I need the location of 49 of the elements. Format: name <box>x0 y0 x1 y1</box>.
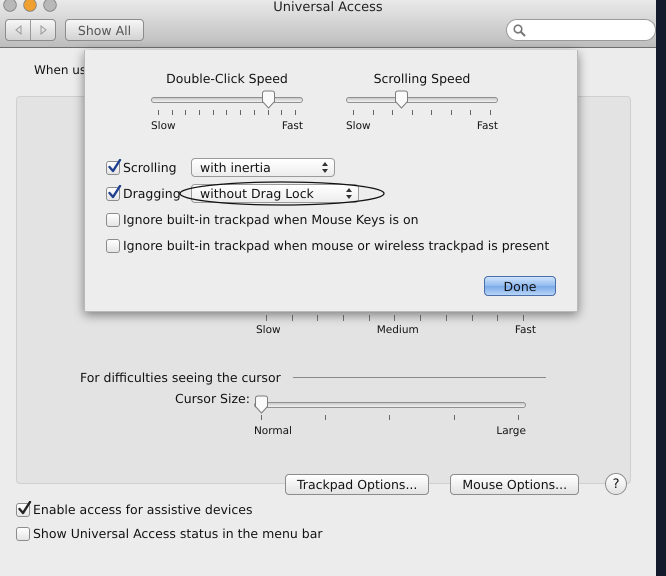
back-forward-control[interactable] <box>5 19 56 41</box>
minimize-button-icon[interactable] <box>23 0 37 12</box>
checkbox[interactable] <box>106 238 120 252</box>
slider[interactable] <box>346 90 498 109</box>
slider-thumb[interactable] <box>254 395 269 414</box>
checkbox[interactable] <box>106 212 120 226</box>
checkbox-label: Dragging <box>123 186 181 201</box>
slider-thumb[interactable] <box>394 90 409 109</box>
popup-menu[interactable]: with inertia <box>191 158 335 177</box>
scale-label: Fast <box>514 324 536 336</box>
back-icon[interactable] <box>14 25 22 35</box>
updown-arrows-icon <box>346 188 352 199</box>
checkbox-label: Scrolling <box>123 160 177 175</box>
checkbox[interactable] <box>106 160 120 174</box>
slider-title: Scrolling Speed <box>372 71 472 86</box>
slider[interactable] <box>151 90 303 109</box>
options-button[interactable]: Mouse Options... <box>450 474 580 494</box>
slider-label: Cursor Size: <box>175 391 250 406</box>
zoom-button-icon[interactable] <box>43 0 57 12</box>
forward-icon[interactable] <box>40 25 46 35</box>
slider-max-label: Fast <box>282 120 303 132</box>
checkbox-label: Ignore built-in trackpad when Mouse Keys is on <box>123 212 419 227</box>
checkbox[interactable] <box>16 502 30 516</box>
checkbox[interactable] <box>106 186 120 200</box>
done-button[interactable]: Done <box>484 276 556 296</box>
slider-min-label: Normal <box>254 425 292 437</box>
window-title: Universal Access <box>273 0 383 15</box>
search-icon <box>513 24 526 36</box>
help-button[interactable]: ? <box>605 473 628 495</box>
slider-title: Double-Click Speed <box>165 71 289 86</box>
updown-arrows-icon <box>322 162 328 173</box>
scale-label: Medium <box>376 324 419 336</box>
slider-min-label: Slow <box>151 120 176 132</box>
slider-thumb[interactable] <box>260 90 276 109</box>
slider-max-label: Large <box>496 425 526 437</box>
slider[interactable] <box>254 395 526 414</box>
options-button[interactable]: Trackpad Options... <box>285 474 430 494</box>
checkbox-label: Show Universal Access status in the menu bar <box>33 526 323 541</box>
search-field[interactable] <box>506 19 656 41</box>
checkbox[interactable] <box>16 526 30 540</box>
show-all-button[interactable]: Show All <box>65 19 144 41</box>
popup-menu[interactable]: without Drag Lock <box>191 184 359 203</box>
checkbox-label: Ignore built-in trackpad when mouse or wireless trackpad is present <box>123 238 550 253</box>
scale-label: Slow <box>256 324 281 336</box>
slider-min-label: Slow <box>346 120 371 132</box>
close-button-icon[interactable] <box>3 0 17 12</box>
section-heading: For difficulties seeing the cursor <box>80 370 281 385</box>
slider-max-label: Fast <box>476 120 498 132</box>
checkbox-label: Enable access for assistive devices <box>33 502 252 517</box>
